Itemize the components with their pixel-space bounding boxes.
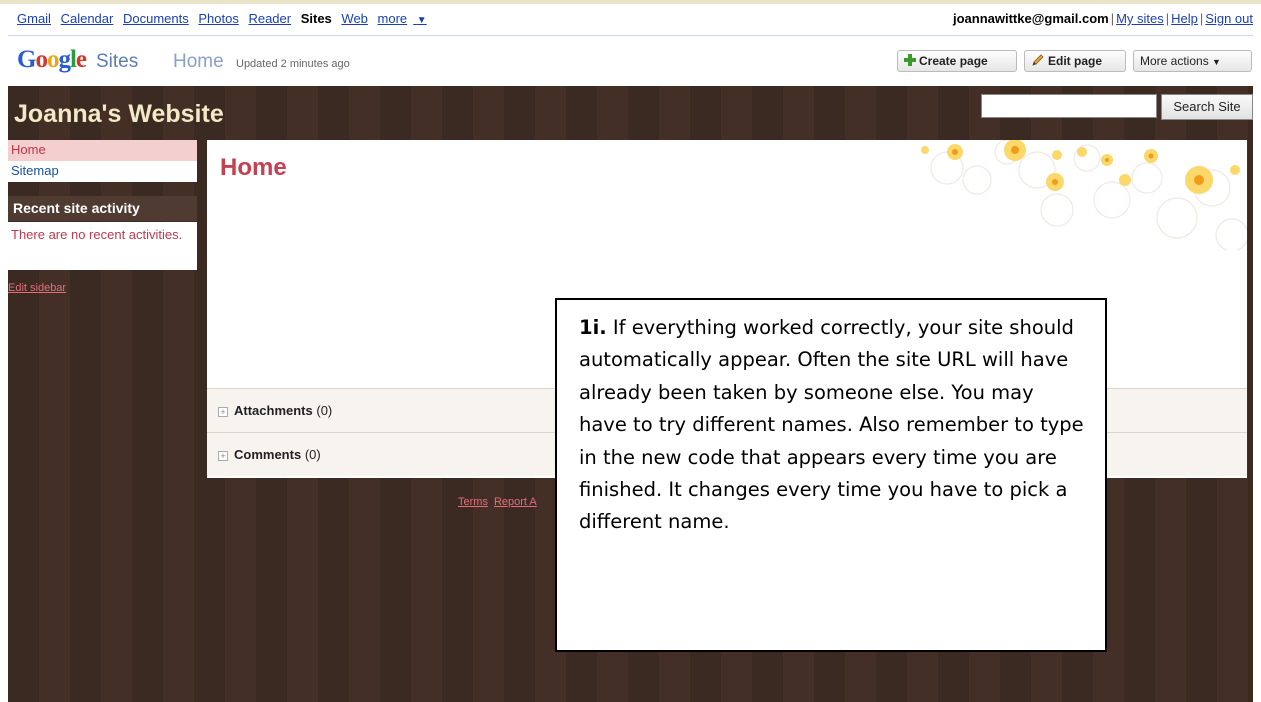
site-search-input[interactable] xyxy=(981,94,1157,118)
edit-sidebar-link[interactable]: Edit sidebar xyxy=(8,282,66,294)
help-link[interactable]: Help xyxy=(1171,11,1198,26)
gbar-more-label: more xyxy=(377,11,408,26)
create-page-label: Create page xyxy=(919,54,988,68)
sidebar-item-home[interactable]: Home xyxy=(8,140,197,161)
edit-page-label: Edit page xyxy=(1048,54,1103,68)
gbar-link-reader[interactable]: Reader xyxy=(248,11,291,26)
google-bar: Gmail Calendar Documents Photos Reader S… xyxy=(0,0,1261,36)
comments-label: Comments xyxy=(234,447,302,462)
create-page-button[interactable]: Create page xyxy=(897,50,1017,72)
gbar-account: joannawittke@gmail.com | My sites | Help | Sig… xyxy=(952,11,1253,26)
more-actions-label: More actions xyxy=(1140,54,1209,68)
product-name: Sites xyxy=(96,51,139,72)
callout-step-number: 1i. xyxy=(579,316,607,339)
gbar-divider xyxy=(8,35,1253,36)
page-title: Home xyxy=(220,154,287,181)
my-sites-link[interactable]: My sites xyxy=(1116,11,1164,26)
updated-status: Updated 2 minutes ago xyxy=(236,58,350,70)
callout-text: If everything worked correctly, your sit… xyxy=(579,316,1084,534)
site-footer: Terms Report A xyxy=(458,496,543,508)
gbar-link-calendar[interactable]: Calendar xyxy=(61,11,114,26)
gbar-link-photos[interactable]: Photos xyxy=(198,11,238,26)
site-title[interactable]: Joanna's Website xyxy=(14,100,224,129)
gbar-services: Gmail Calendar Documents Photos Reader S… xyxy=(17,11,439,26)
attachments-count: (0) xyxy=(316,403,333,418)
account-email: joannawittke@gmail.com xyxy=(952,11,1109,26)
attachments-label: Attachments xyxy=(234,403,313,418)
search-site-button[interactable]: Search Site xyxy=(1161,94,1253,120)
flower-decoration-image xyxy=(921,140,1247,250)
google-logo[interactable]: Google xyxy=(17,46,87,74)
gbar-link-gmail[interactable]: Gmail xyxy=(17,11,51,26)
expand-icon[interactable]: + xyxy=(218,407,228,417)
expand-icon[interactable]: + xyxy=(218,451,228,461)
sites-header: Google Sites Home Updated 2 minutes ago … xyxy=(0,38,1261,84)
comments-count: (0) xyxy=(304,447,321,462)
plus-icon xyxy=(904,54,916,66)
recent-activity-heading: Recent site activity xyxy=(8,196,197,221)
instruction-callout: 1i. If everything worked correctly, your… xyxy=(555,298,1107,652)
page-name: Home xyxy=(173,51,224,72)
gbar-link-web[interactable]: Web xyxy=(341,11,368,26)
more-actions-button[interactable]: More actions ▼ xyxy=(1133,50,1252,72)
pencil-icon xyxy=(1032,54,1044,66)
report-abuse-link[interactable]: Report A xyxy=(494,496,537,508)
sign-out-link[interactable]: Sign out xyxy=(1205,11,1253,26)
gbar-more-menu[interactable]: more ▼ xyxy=(378,11,433,26)
gbar-link-sites-active: Sites xyxy=(300,11,332,26)
terms-link[interactable]: Terms xyxy=(458,496,488,508)
edit-page-button[interactable]: Edit page xyxy=(1024,50,1126,72)
gbar-link-documents[interactable]: Documents xyxy=(123,11,189,26)
chevron-down-icon: ▼ xyxy=(416,15,427,26)
sidebar-navigation: Home Sitemap xyxy=(8,140,197,182)
recent-activity-text: There are no recent activities. xyxy=(8,222,197,270)
sidebar-item-sitemap[interactable]: Sitemap xyxy=(8,161,197,182)
chevron-down-icon: ▼ xyxy=(1212,57,1221,67)
